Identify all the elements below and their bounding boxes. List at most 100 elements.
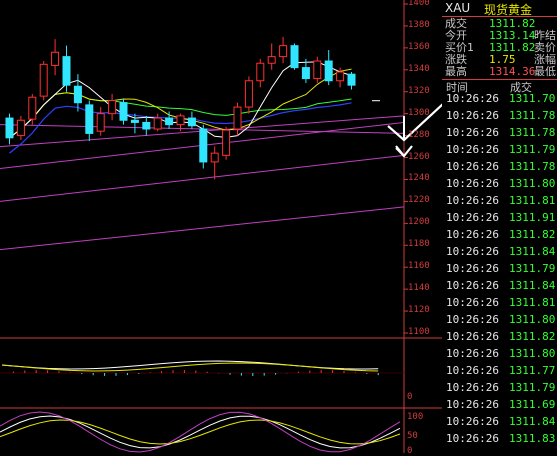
tick-row: 10:26:26 1311.79 — [442, 261, 557, 277]
candle-down — [85, 104, 94, 134]
price-axis-label: 1380 — [408, 19, 430, 30]
price-axis-label: 1260 — [408, 151, 430, 162]
tick-price: 1311.78 — [509, 126, 556, 139]
quote-value: 1314.36 — [489, 65, 536, 78]
tick-price: 1311.77 — [509, 364, 556, 377]
tick-time: 10:26:26 — [446, 92, 499, 105]
price-axis-label: 1400 — [408, 0, 430, 8]
chart-area[interactable] — [0, 0, 442, 453]
price-axis-label: 1300 — [408, 107, 430, 118]
price-axis-label: 1120 — [408, 305, 430, 316]
candle-down — [5, 117, 14, 139]
tick-time: 10:26:26 — [446, 126, 499, 139]
candle-up — [336, 71, 345, 82]
tick-price: 1311.81 — [509, 194, 556, 207]
tick-price: 1311.69 — [509, 398, 556, 411]
tick-time: 10:26:26 — [446, 432, 499, 445]
tick-price: 1311.78 — [509, 160, 556, 173]
price-axis-label: 1360 — [408, 41, 430, 52]
tick-time: 10:26:26 — [446, 160, 499, 173]
tick-time: 10:26:26 — [446, 296, 499, 309]
tick-price: 1311.79 — [509, 381, 556, 394]
candle-up — [222, 129, 231, 156]
candle-down — [199, 128, 208, 163]
macd-dea-line — [1, 362, 379, 372]
tick-time: 10:26:26 — [446, 194, 499, 207]
tick-row: 10:26:26 1311.69 — [442, 397, 557, 413]
tick-row: 10:26:26 1311.84 — [442, 414, 557, 430]
tick-price: 1311.82 — [509, 228, 556, 241]
candle-down — [301, 67, 310, 80]
quote-panel: XAU 现货黄金 成交 1311.82 今开 1313.14 昨结 买价1 13… — [442, 0, 557, 453]
tick-row: 10:26:26 1311.83 — [442, 431, 557, 447]
tick-time: 10:26:26 — [446, 109, 499, 122]
tick-time: 10:26:26 — [446, 228, 499, 241]
tick-row: 10:26:26 1311.84 — [442, 244, 557, 260]
kdj-label-0: 0 — [407, 446, 413, 456]
candle-down — [130, 119, 139, 123]
price-axis-label: 1200 — [408, 217, 430, 228]
tick-row: 10:26:26 1311.84 — [442, 278, 557, 294]
tick-time: 10:26:26 — [446, 262, 499, 275]
tick-row: 10:26:26 1311.81 — [442, 295, 557, 311]
quote-label: 最高 — [445, 65, 467, 78]
candle-up — [108, 100, 117, 115]
kdj-label-50: 50 — [407, 431, 418, 441]
candle-down — [119, 102, 128, 121]
candle-up — [153, 117, 162, 130]
candle-down — [187, 117, 196, 127]
tick-price: 1311.91 — [509, 211, 556, 224]
price-axis-label: 1180 — [408, 239, 430, 250]
symbol-code: XAU — [445, 1, 471, 15]
tick-time: 10:26:26 — [446, 245, 499, 258]
tick-row: 10:26:26 1311.80 — [442, 346, 557, 362]
tick-price: 1311.80 — [509, 313, 556, 326]
quote-ext-label: 最低 — [534, 65, 556, 78]
tick-price: 1311.84 — [509, 415, 556, 428]
candle-up — [16, 119, 25, 137]
tick-row: 10:26:26 1311.82 — [442, 329, 557, 345]
candle-up — [39, 63, 48, 97]
candle-up — [256, 62, 265, 82]
candle-down — [324, 60, 333, 82]
tick-time: 10:26:26 — [446, 364, 499, 377]
tick-row: 10:26:26 1311.82 — [442, 227, 557, 243]
tick-price: 1311.78 — [509, 109, 556, 122]
candle-down — [165, 117, 174, 126]
trend-line — [0, 206, 405, 251]
tick-row: 10:26:26 1311.81 — [442, 193, 557, 209]
price-axis-label: 1240 — [408, 173, 430, 184]
tick-price: 1311.84 — [509, 245, 556, 258]
price-axis-label: 1220 — [408, 195, 430, 206]
tick-time: 10:26:26 — [446, 279, 499, 292]
price-axis-label: 1280 — [408, 129, 430, 140]
candle-up — [51, 51, 60, 66]
tick-price: 1311.84 — [509, 279, 556, 292]
tick-row: 10:26:26 1311.80 — [442, 176, 557, 192]
tick-row: 10:26:26 1311.78 — [442, 108, 557, 124]
tick-price: 1311.80 — [509, 347, 556, 360]
candle-down — [290, 45, 299, 69]
tick-row: 10:26:26 1311.70 — [442, 91, 557, 107]
tick-price: 1311.79 — [509, 143, 556, 156]
annotation-arrow — [395, 147, 405, 157]
candle-up — [210, 152, 219, 163]
tick-time: 10:26:26 — [446, 211, 499, 224]
tick-row: 10:26:26 1311.79 — [442, 142, 557, 158]
kdj-j-line — [0, 411, 401, 453]
tick-time: 10:26:26 — [446, 313, 499, 326]
tick-time: 10:26:26 — [446, 398, 499, 411]
price-axis-label: 1100 — [408, 327, 430, 337]
tick-time: 10:26:26 — [446, 330, 499, 343]
candle-down — [142, 121, 151, 130]
tick-row: 10:26:26 1311.77 — [442, 363, 557, 379]
candle-up — [244, 80, 253, 108]
candle-down — [62, 56, 71, 86]
candle-down — [347, 73, 356, 86]
tick-row: 10:26:26 1311.78 — [442, 159, 557, 175]
tick-price: 1311.83 — [509, 432, 556, 445]
tick-price: 1311.81 — [509, 296, 556, 309]
candle-up — [313, 60, 322, 80]
tick-price: 1311.82 — [509, 330, 556, 343]
tick-time: 10:26:26 — [446, 177, 499, 190]
